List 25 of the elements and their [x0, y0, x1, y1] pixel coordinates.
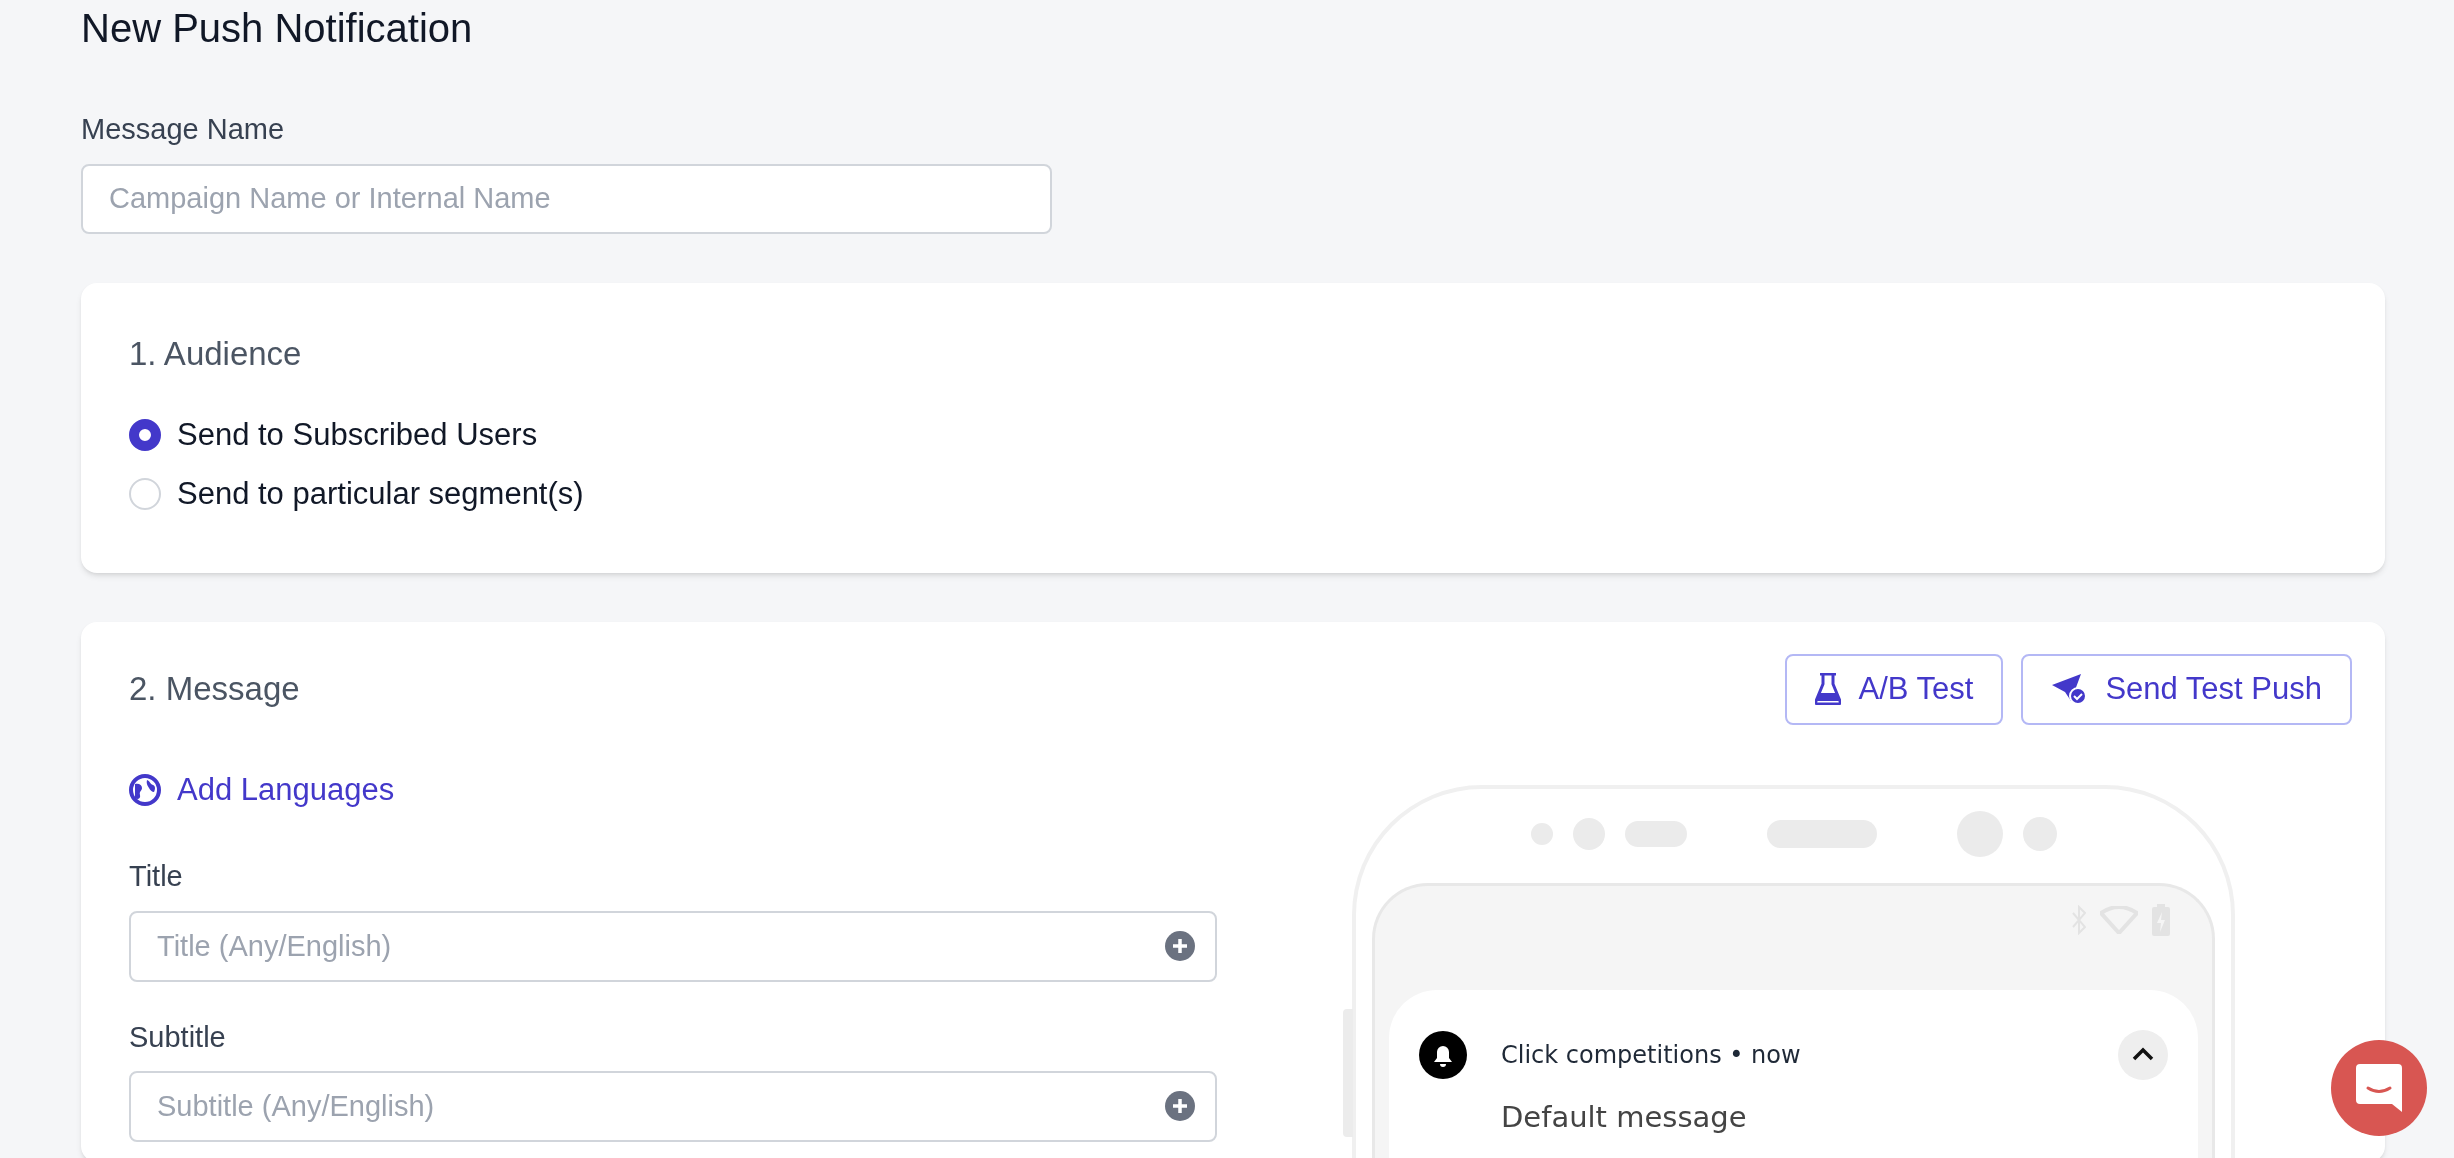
- section-heading: 1. Audience: [129, 333, 303, 374]
- field-label: Subtitle: [129, 1019, 227, 1055]
- radio-label: Send to particular segment(s): [177, 474, 584, 513]
- send-test-push-button[interactable]: Send Test Push: [2021, 653, 2352, 725]
- plus-circle-icon[interactable]: [1165, 1091, 1195, 1121]
- notification-app-line: Click competitions • now: [1501, 1039, 1801, 1071]
- text-field[interactable]: Title (Any/English): [129, 910, 1217, 982]
- section-heading: 2. Message: [129, 669, 300, 710]
- field-label: Title: [129, 859, 184, 894]
- flask-icon: [1814, 673, 1841, 705]
- paper-plane-check-icon: [2051, 673, 2088, 705]
- notification-message: Default message: [1501, 1098, 1748, 1136]
- ab-test-button[interactable]: A/B Test: [1784, 653, 2004, 725]
- radio-label: Send to Subscribed Users: [177, 416, 538, 454]
- radio-button[interactable]: [129, 419, 161, 452]
- plus-circle-icon[interactable]: [1165, 930, 1195, 961]
- field-label: Message Name: [81, 112, 286, 147]
- message-name-field[interactable]: Campaign Name or Internal Name: [81, 163, 1052, 234]
- text-field[interactable]: Subtitle (Any/English): [129, 1071, 1217, 1142]
- chat-icon: [2356, 1064, 2402, 1112]
- bell-icon: [1419, 1030, 1467, 1079]
- chevron-up-icon[interactable]: [2118, 1029, 2168, 1080]
- globe-icon: [129, 773, 161, 806]
- page-title: New Push Notification: [81, 6, 474, 50]
- add-languages-link[interactable]: Add Languages: [129, 766, 395, 813]
